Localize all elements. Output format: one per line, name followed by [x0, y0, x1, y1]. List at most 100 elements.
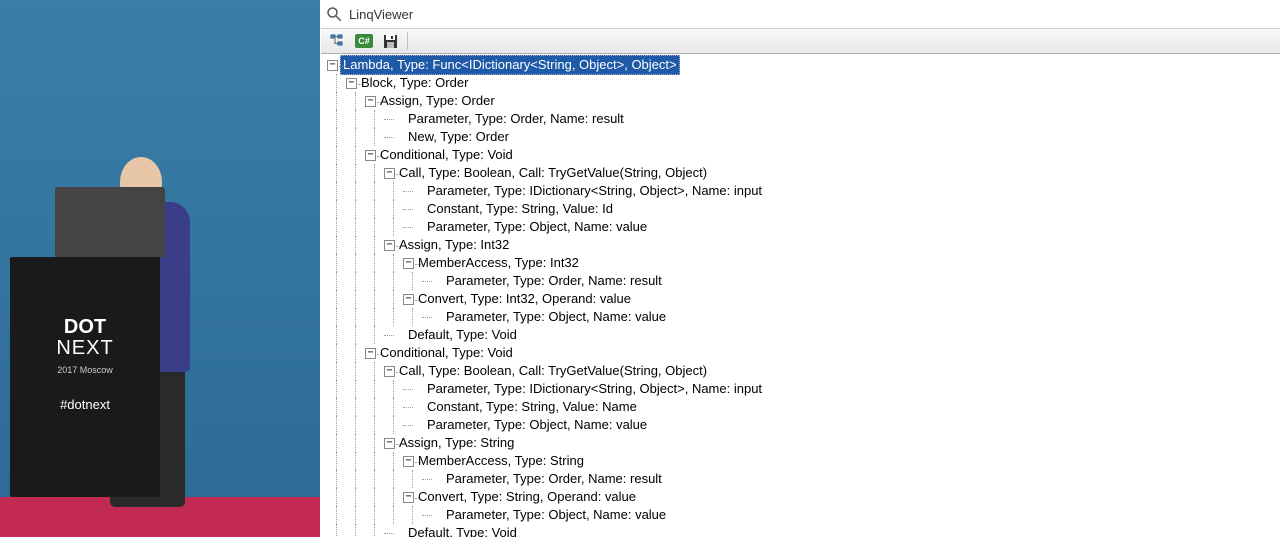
tree-indent — [327, 488, 346, 506]
save-icon — [383, 34, 398, 49]
tree-indent — [327, 308, 346, 326]
tree-node[interactable]: Parameter, Type: IDictionary<String, Obj… — [327, 380, 1280, 398]
collapse-icon[interactable]: − — [365, 150, 376, 161]
tree-indent — [327, 452, 346, 470]
tree-node[interactable]: Parameter, Type: Object, Name: value — [327, 308, 1280, 326]
tree-indent — [346, 200, 365, 218]
tree-node[interactable]: Parameter, Type: Object, Name: value — [327, 416, 1280, 434]
tree-connector — [403, 182, 415, 200]
tree-view-button[interactable] — [327, 31, 349, 51]
tree-leaf-dash — [396, 326, 406, 344]
tree-node-label[interactable]: MemberAccess, Type: String — [416, 452, 586, 470]
tree-indent — [346, 380, 365, 398]
tree-connector — [422, 272, 434, 290]
tree-node[interactable]: Constant, Type: String, Value: Name — [327, 398, 1280, 416]
tree-node[interactable]: Default, Type: Void — [327, 326, 1280, 344]
collapse-icon[interactable]: − — [384, 366, 395, 377]
tree-node-label[interactable]: Conditional, Type: Void — [378, 146, 515, 164]
tree-node[interactable]: Constant, Type: String, Value: Id — [327, 200, 1280, 218]
collapse-icon[interactable]: − — [403, 294, 414, 305]
tree-node[interactable]: −Convert, Type: Int32, Operand: value — [327, 290, 1280, 308]
tree-indent — [365, 182, 384, 200]
tree-node[interactable]: −Convert, Type: String, Operand: value — [327, 488, 1280, 506]
tree-node-label[interactable]: Assign, Type: Int32 — [397, 236, 511, 254]
tree-node-label[interactable]: Call, Type: Boolean, Call: TryGetValue(S… — [397, 362, 709, 380]
tree-node[interactable]: −Conditional, Type: Void — [327, 344, 1280, 362]
tree-node-label[interactable]: MemberAccess, Type: Int32 — [416, 254, 581, 272]
tree-node-label[interactable]: Parameter, Type: Order, Name: result — [444, 470, 664, 488]
tree-node[interactable]: Parameter, Type: Object, Name: value — [327, 218, 1280, 236]
tree-node[interactable]: −Assign, Type: String — [327, 434, 1280, 452]
tree-indent — [365, 236, 384, 254]
tree-node[interactable]: −Lambda, Type: Func<IDictionary<String, … — [327, 56, 1280, 74]
tree-node-label[interactable]: Parameter, Type: Order, Name: result — [444, 272, 664, 290]
tree-node-label[interactable]: Parameter, Type: Object, Name: value — [425, 416, 649, 434]
tree-node-label[interactable]: Parameter, Type: Object, Name: value — [444, 506, 668, 524]
collapse-icon[interactable]: − — [384, 168, 395, 179]
tree-node-label[interactable]: Parameter, Type: Order, Name: result — [406, 110, 626, 128]
collapse-icon[interactable]: − — [403, 258, 414, 269]
tree-leaf-dash — [434, 506, 444, 524]
tree-node-label[interactable]: New, Type: Order — [406, 128, 511, 146]
tree-node[interactable]: Default, Type: Void — [327, 524, 1280, 537]
collapse-icon[interactable]: − — [327, 60, 338, 71]
tree-node-label[interactable]: Default, Type: Void — [406, 524, 519, 537]
tree-node[interactable]: −Conditional, Type: Void — [327, 146, 1280, 164]
tree-node-label[interactable]: Convert, Type: Int32, Operand: value — [416, 290, 633, 308]
tree-node[interactable]: −MemberAccess, Type: String — [327, 452, 1280, 470]
toolbar-separator — [407, 32, 408, 50]
laptop — [55, 187, 165, 257]
tree-node-label[interactable]: Assign, Type: String — [397, 434, 516, 452]
tree-indent — [346, 254, 365, 272]
tree-indent — [365, 290, 384, 308]
tree-node[interactable]: −Call, Type: Boolean, Call: TryGetValue(… — [327, 362, 1280, 380]
tree-indent — [346, 416, 365, 434]
tree-node-label[interactable]: Block, Type: Order — [359, 74, 470, 92]
tree-node-label[interactable]: Constant, Type: String, Value: Name — [425, 398, 639, 416]
tree-node[interactable]: Parameter, Type: Order, Name: result — [327, 272, 1280, 290]
tree-node-label[interactable]: Constant, Type: String, Value: Id — [425, 200, 615, 218]
tree-node[interactable]: −Assign, Type: Int32 — [327, 236, 1280, 254]
tree-indent — [346, 290, 365, 308]
tree-node-label[interactable]: Parameter, Type: IDictionary<String, Obj… — [425, 380, 764, 398]
tree-node-label[interactable]: Lambda, Type: Func<IDictionary<String, O… — [340, 55, 680, 75]
tree-node[interactable]: −Block, Type: Order — [327, 74, 1280, 92]
collapse-icon[interactable]: − — [384, 240, 395, 251]
tree-node-label[interactable]: Conditional, Type: Void — [378, 344, 515, 362]
tree-node-label[interactable]: Parameter, Type: Object, Name: value — [425, 218, 649, 236]
collapse-icon[interactable]: − — [365, 348, 376, 359]
tree-node[interactable]: Parameter, Type: IDictionary<String, Obj… — [327, 182, 1280, 200]
collapse-icon[interactable]: − — [346, 78, 357, 89]
tree-node[interactable]: −Assign, Type: Order — [327, 92, 1280, 110]
tree-indent — [327, 326, 346, 344]
tree-node[interactable]: New, Type: Order — [327, 128, 1280, 146]
tree-node-label[interactable]: Convert, Type: String, Operand: value — [416, 488, 638, 506]
tree-indent — [365, 470, 384, 488]
csharp-view-button[interactable]: C# — [353, 31, 375, 51]
tree-connector — [403, 398, 415, 416]
tree-node[interactable]: Parameter, Type: Order, Name: result — [327, 110, 1280, 128]
tree-node-label[interactable]: Parameter, Type: Object, Name: value — [444, 308, 668, 326]
toolbar: C# — [321, 28, 1280, 54]
save-button[interactable] — [379, 31, 401, 51]
collapse-icon[interactable]: − — [403, 456, 414, 467]
collapse-icon[interactable]: − — [365, 96, 376, 107]
tree-node-label[interactable]: Call, Type: Boolean, Call: TryGetValue(S… — [397, 164, 709, 182]
tree-node-label[interactable]: Parameter, Type: IDictionary<String, Obj… — [425, 182, 764, 200]
collapse-icon[interactable]: − — [403, 492, 414, 503]
tree-leaf-dash — [434, 470, 444, 488]
tree-node-label[interactable]: Default, Type: Void — [406, 326, 519, 344]
collapse-icon[interactable]: − — [384, 438, 395, 449]
tree-node[interactable]: −MemberAccess, Type: Int32 — [327, 254, 1280, 272]
tree-indent — [327, 128, 346, 146]
tree-leaf-dash — [396, 524, 406, 537]
tree-node[interactable]: −Call, Type: Boolean, Call: TryGetValue(… — [327, 164, 1280, 182]
tree-indent — [384, 452, 403, 470]
tree-node[interactable]: Parameter, Type: Order, Name: result — [327, 470, 1280, 488]
tree-indent — [327, 200, 346, 218]
tree-indent — [346, 362, 365, 380]
expression-tree[interactable]: −Lambda, Type: Func<IDictionary<String, … — [321, 54, 1280, 537]
tree-node-label[interactable]: Assign, Type: Order — [378, 92, 497, 110]
tree-indent — [403, 470, 422, 488]
tree-node[interactable]: Parameter, Type: Object, Name: value — [327, 506, 1280, 524]
